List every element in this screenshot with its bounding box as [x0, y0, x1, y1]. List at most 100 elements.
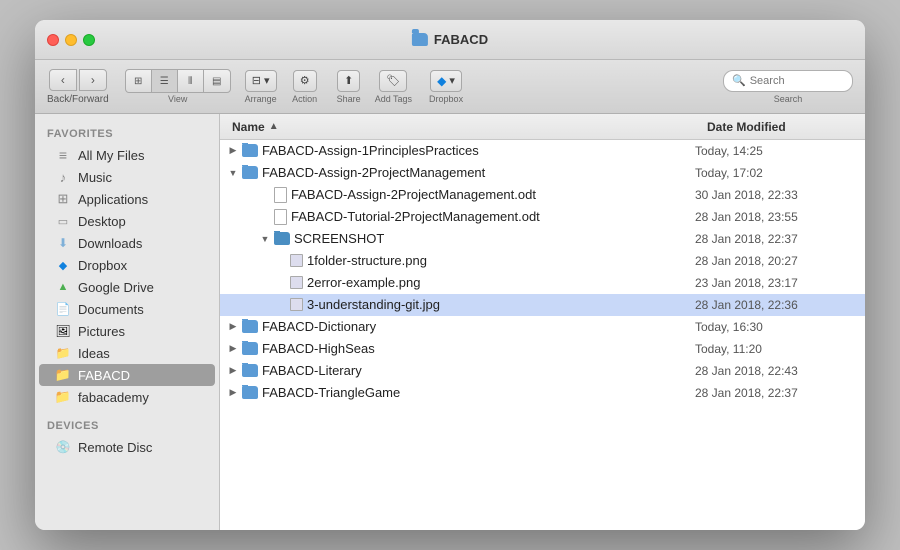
file-row-date: 28 Jan 2018, 22:37 — [687, 232, 857, 246]
table-row[interactable]: 1folder-structure.png 28 Jan 2018, 20:27 — [220, 250, 865, 272]
folder-icon — [242, 144, 258, 157]
music-icon — [55, 169, 71, 185]
table-row[interactable]: FABACD-TriangleGame 28 Jan 2018, 22:37 — [220, 382, 865, 404]
search-label: Search — [774, 94, 803, 104]
sidebar-item-music[interactable]: Music — [39, 166, 215, 188]
google-drive-icon — [55, 279, 71, 295]
all-my-files-icon — [55, 147, 71, 163]
table-row[interactable]: FABACD-Tutorial-2ProjectManagement.odt 2… — [220, 206, 865, 228]
sidebar-item-ideas[interactable]: Ideas — [39, 342, 215, 364]
forward-button[interactable]: › — [79, 69, 107, 91]
table-row[interactable]: 2error-example.png 23 Jan 2018, 23:17 — [220, 272, 865, 294]
sidebar-item-all-my-files[interactable]: All My Files — [39, 144, 215, 166]
image-icon — [290, 298, 303, 311]
sidebar-item-google-drive[interactable]: Google Drive — [39, 276, 215, 298]
list-view-button[interactable]: ☰ — [152, 70, 178, 92]
table-row[interactable]: FABACD-HighSeas Today, 11:20 — [220, 338, 865, 360]
file-row-date: Today, 17:02 — [687, 166, 857, 180]
sort-arrow: ▲ — [269, 121, 279, 132]
toggle-icon — [228, 344, 238, 354]
file-list: FABACD-Assign-1PrinciplesPractices Today… — [220, 140, 865, 530]
file-row-name: SCREENSHOT — [260, 231, 687, 246]
share-section: ⬆ Share — [331, 70, 367, 104]
favorites-label: Favorites — [35, 122, 219, 144]
table-row[interactable]: FABACD-Dictionary Today, 16:30 — [220, 316, 865, 338]
file-row-date: Today, 14:25 — [687, 144, 857, 158]
file-row-date: Today, 11:20 — [687, 342, 857, 356]
window-title-text: FABACD — [434, 32, 488, 47]
sidebar-item-downloads[interactable]: Downloads — [39, 232, 215, 254]
sidebar-label-dropbox: Dropbox — [78, 258, 127, 273]
share-button[interactable]: ⬆ — [337, 70, 360, 92]
view-label: View — [168, 94, 187, 104]
file-row-date: Today, 16:30 — [687, 320, 857, 334]
devices-label: Devices — [35, 414, 219, 436]
view-buttons: ⊞ ☰ ⦀ ▤ — [125, 69, 231, 93]
search-input[interactable] — [750, 75, 844, 87]
file-row-name: FABACD-HighSeas — [228, 341, 687, 356]
table-row[interactable]: SCREENSHOT 28 Jan 2018, 22:37 — [220, 228, 865, 250]
file-row-name: FABACD-Assign-2ProjectManagement.odt — [260, 187, 687, 203]
icon-view-button[interactable]: ⊞ — [126, 70, 152, 92]
table-row[interactable]: FABACD-Assign-2ProjectManagement Today, … — [220, 162, 865, 184]
fabacd-icon: 📁 — [55, 367, 71, 383]
ideas-icon — [55, 345, 71, 361]
toggle-icon — [228, 388, 238, 398]
action-section: ⚙ Action — [287, 70, 323, 104]
sidebar-label-fabacademy: fabacademy — [78, 390, 149, 405]
sidebar-label-remote-disc: Remote Disc — [78, 440, 152, 455]
col-name-header[interactable]: Name ▲ — [220, 120, 695, 134]
sidebar-item-desktop[interactable]: Desktop — [39, 210, 215, 232]
arrange-button[interactable]: ⊟ ▾ — [245, 70, 277, 92]
nav-section: ‹ › Back/Forward — [47, 69, 109, 105]
desktop-icon — [55, 213, 71, 229]
file-row-name: 2error-example.png — [276, 275, 687, 290]
sidebar-label-applications: Applications — [78, 192, 148, 207]
table-row[interactable]: FABACD-Assign-2ProjectManagement.odt 30 … — [220, 184, 865, 206]
sidebar-item-fabacd[interactable]: 📁 FABACD — [39, 364, 215, 386]
table-row[interactable]: FABACD-Assign-1PrinciplesPractices Today… — [220, 140, 865, 162]
dropbox-section: ◆ ▾ Dropbox — [428, 70, 464, 104]
sidebar-label-downloads: Downloads — [78, 236, 142, 251]
minimize-button[interactable] — [65, 34, 77, 46]
file-row-name: FABACD-Dictionary — [228, 319, 687, 334]
search-input-wrap[interactable]: 🔍 — [723, 70, 853, 92]
toolbar: ‹ › Back/Forward ⊞ ☰ ⦀ ▤ View ⊟ ▾ Arrang… — [35, 60, 865, 114]
dropbox-button[interactable]: ◆ ▾ — [430, 70, 462, 92]
action-button[interactable]: ⚙ — [293, 70, 317, 92]
maximize-button[interactable] — [83, 34, 95, 46]
col-date-header[interactable]: Date Modified — [695, 120, 865, 134]
back-button[interactable]: ‹ — [49, 69, 77, 91]
sidebar-label-ideas: Ideas — [78, 346, 110, 361]
titlebar: FABACD — [35, 20, 865, 60]
file-row-date: 28 Jan 2018, 23:55 — [687, 210, 857, 224]
sidebar-item-pictures[interactable]: Pictures — [39, 320, 215, 342]
addtags-button[interactable]: 🏷 — [379, 70, 407, 92]
toggle-icon — [228, 366, 238, 376]
table-row[interactable]: FABACD-Literary 28 Jan 2018, 22:43 — [220, 360, 865, 382]
file-row-date: 28 Jan 2018, 22:37 — [687, 386, 857, 400]
file-pane: Name ▲ Date Modified FABACD-Assign-1Prin… — [220, 114, 865, 530]
addtags-label: Add Tags — [375, 94, 412, 104]
traffic-lights — [47, 34, 95, 46]
documents-icon — [55, 301, 71, 317]
file-row-date: 28 Jan 2018, 22:43 — [687, 364, 857, 378]
sidebar-item-dropbox[interactable]: Dropbox — [39, 254, 215, 276]
table-row[interactable]: 3-understanding-git.jpg 28 Jan 2018, 22:… — [220, 294, 865, 316]
title-folder-icon — [412, 33, 428, 46]
file-row-name: FABACD-Literary — [228, 363, 687, 378]
sidebar-item-applications[interactable]: Applications — [39, 188, 215, 210]
file-row-date: 23 Jan 2018, 23:17 — [687, 276, 857, 290]
toggle-icon — [228, 168, 238, 178]
folder-icon — [242, 386, 258, 399]
sidebar-item-fabacademy[interactable]: 📁 fabacademy — [39, 386, 215, 408]
sidebar-item-documents[interactable]: Documents — [39, 298, 215, 320]
column-view-button[interactable]: ⦀ — [178, 70, 204, 92]
sidebar-item-remote-disc[interactable]: 💿 Remote Disc — [39, 436, 215, 458]
sidebar-label-fabacd: FABACD — [78, 368, 130, 383]
search-icon: 🔍 — [732, 74, 746, 87]
pictures-icon — [55, 323, 71, 339]
action-label: Action — [292, 94, 317, 104]
coverflow-view-button[interactable]: ▤ — [204, 70, 230, 92]
close-button[interactable] — [47, 34, 59, 46]
